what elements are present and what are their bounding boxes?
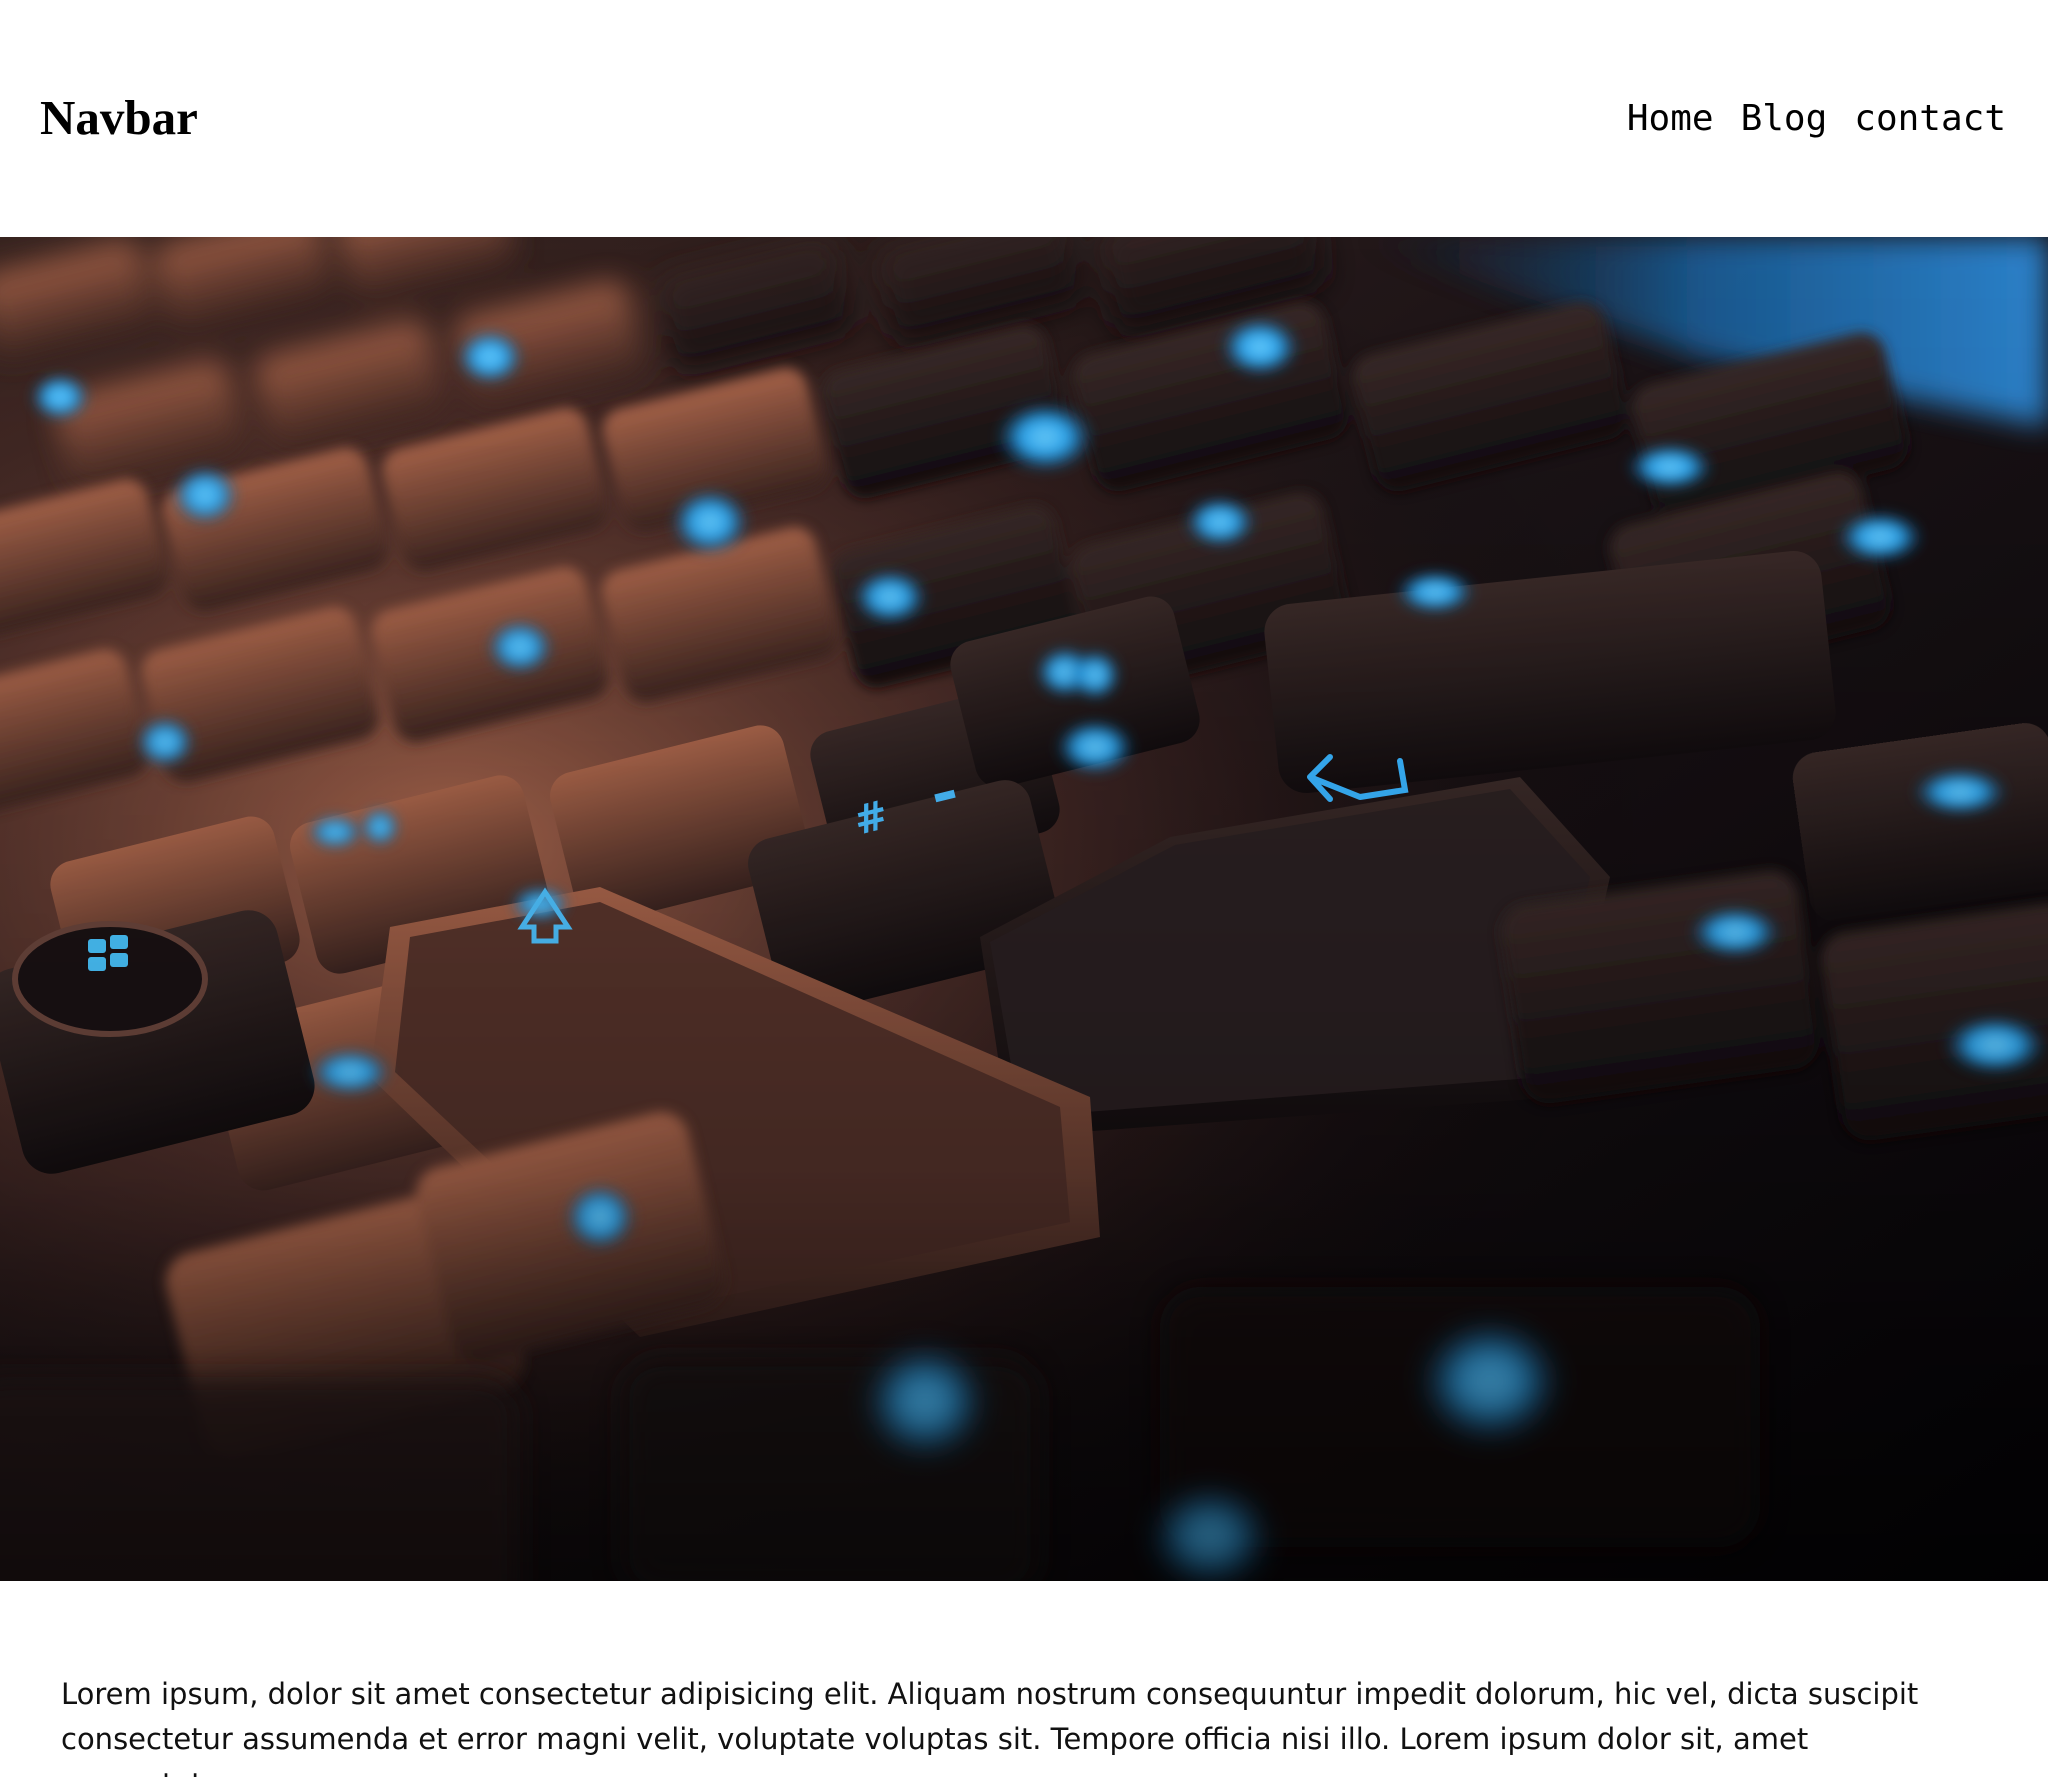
hero-image: #: [0, 237, 2048, 1581]
nav-links: Home Blog contact: [1627, 96, 2006, 142]
keyboard-photo: #: [0, 237, 2048, 1581]
body-paragraph: Lorem ipsum, dolor sit amet consectetur …: [61, 1677, 1919, 1777]
navbar-brand[interactable]: Navbar: [40, 88, 198, 148]
nav-link-blog[interactable]: Blog: [1741, 96, 1828, 142]
content: Lorem ipsum, dolor sit amet consectetur …: [61, 1672, 1931, 1777]
navbar: Navbar Home Blog contact: [0, 0, 2048, 237]
nav-link-contact[interactable]: contact: [1854, 96, 2006, 142]
nav-link-home[interactable]: Home: [1627, 96, 1714, 142]
